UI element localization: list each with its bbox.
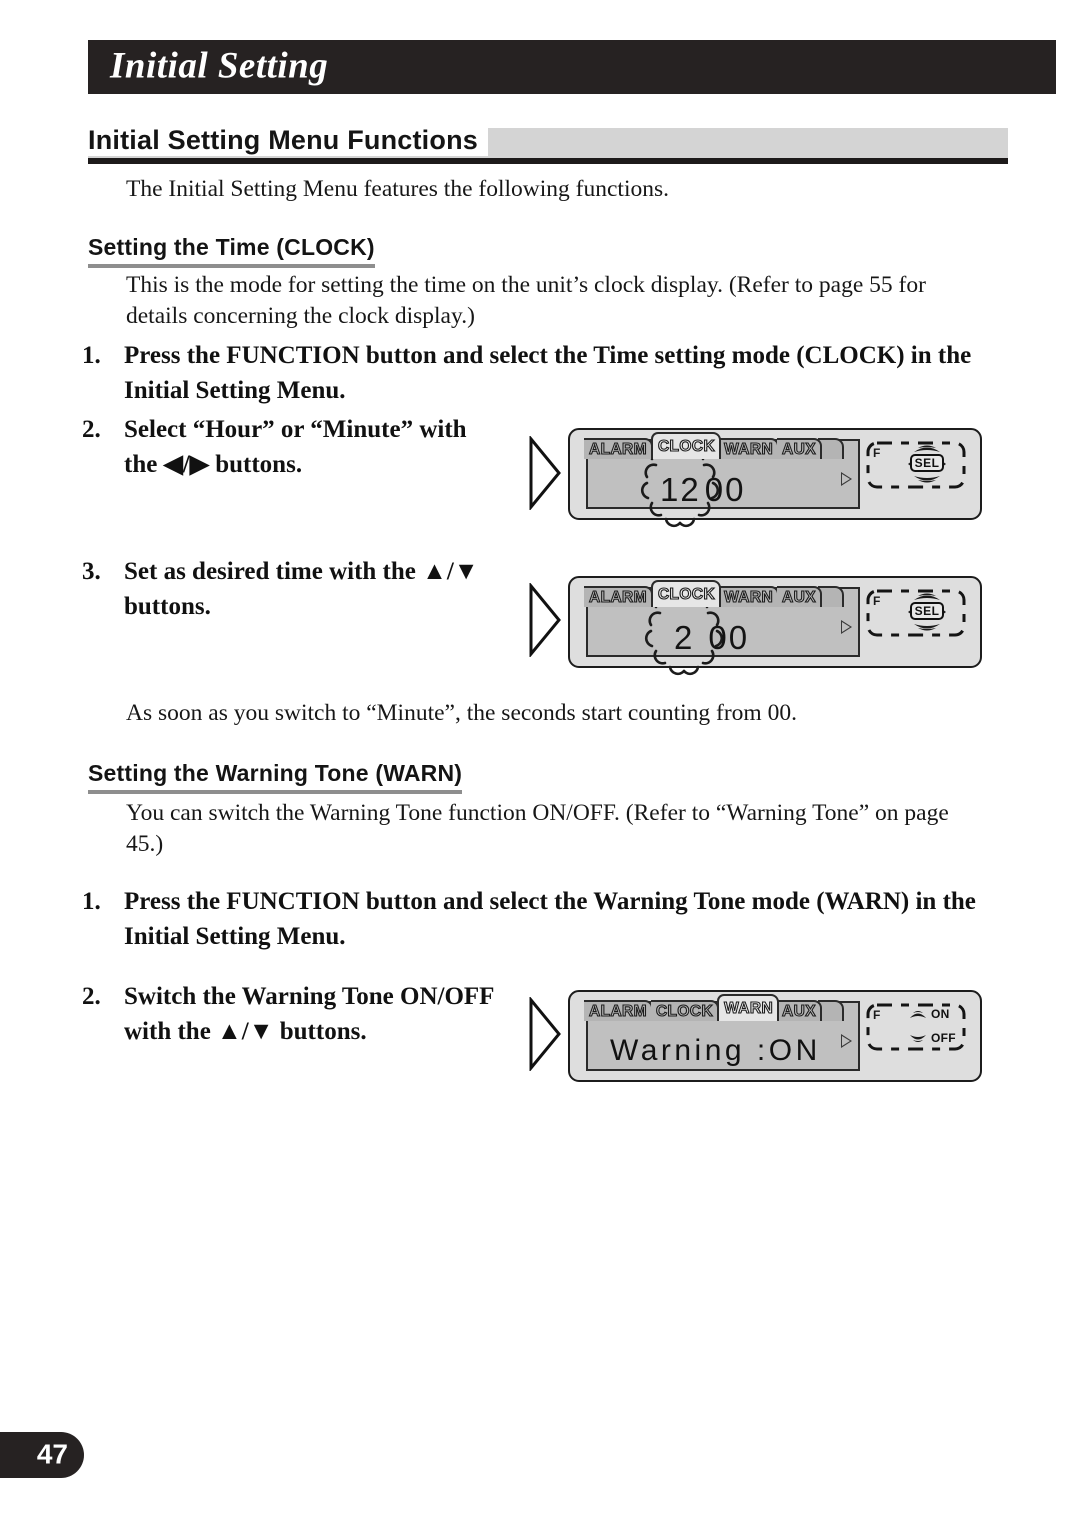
function-key-label: F (873, 594, 881, 608)
key-cluster: F ON OFF (866, 1003, 966, 1051)
lcd-tab-clock[interactable]: CLOCK (650, 432, 722, 459)
warn-description: You can switch the Warning Tone function… (126, 800, 949, 857)
clock-subheading: Setting the Time (CLOCK) (88, 234, 375, 268)
clock-step-2-text: Select “Hour” or “Minute” with the ◀/▶ b… (124, 416, 467, 478)
display-warning-tone: Warning :ON ALARM CLOCK WARN AUX F ON OF… (568, 990, 982, 1082)
warning-off-key[interactable]: OFF (908, 1031, 956, 1045)
clock-description: This is the mode for setting the time on… (126, 272, 926, 329)
clock-subheading-rule (88, 264, 375, 268)
lcd-tab-strip: ALARM CLOCK WARN AUX (584, 580, 844, 607)
lcd-tab-clock[interactable]: CLOCK (650, 580, 722, 607)
lcd-hour-value: 12 (660, 470, 701, 508)
running-head-banner: Initial Setting (88, 40, 1056, 94)
select-pad: SEL (896, 591, 958, 633)
lcd-warning-text: Warning :ON (610, 1034, 821, 1067)
section-heading-band: Initial Setting Menu Functions (88, 124, 1008, 158)
select-button[interactable]: SEL (910, 602, 944, 620)
section-heading-text: Initial Setting Menu Functions (88, 124, 488, 156)
down-button-icon (910, 1034, 926, 1042)
lcd-right-caret-icon (841, 620, 852, 634)
clock-note: As soon as you switch to “Minute”, the s… (126, 700, 797, 726)
lcd-readout: 12 00 (588, 446, 858, 528)
page-number-tab: 47 (0, 1432, 84, 1478)
running-head-title: Initial Setting (110, 45, 329, 87)
lcd-right-caret-icon (841, 472, 852, 486)
section-intro-text: The Initial Setting Menu features the fo… (126, 176, 669, 202)
up-button-icon (914, 445, 940, 452)
lcd-readout: 2 00 (588, 594, 858, 676)
lcd-tab-aux[interactable]: AUX (777, 438, 822, 459)
flow-arrow-1 (528, 436, 562, 510)
lcd-right-caret-icon (841, 1034, 852, 1048)
select-button[interactable]: SEL (910, 454, 944, 472)
lcd-tab-aux[interactable]: AUX (777, 1000, 822, 1021)
clock-step-3-number: 3. (82, 558, 101, 585)
lcd-minute-value: 00 (704, 470, 746, 508)
function-key-label: F (873, 446, 881, 460)
lcd-tab-strip: ALARM CLOCK WARN AUX (584, 432, 844, 459)
lcd-tab-alarm[interactable]: ALARM (584, 586, 653, 607)
page-number: 47 (36, 1438, 68, 1470)
lcd-minute-value: 00 (708, 618, 750, 656)
display-clock-hour: 12 00 ALARM CLOCK WARN AUX F SEL (568, 428, 982, 528)
warning-on-key[interactable]: ON (908, 1007, 950, 1021)
display-clock-minute: 2 00 ALARM CLOCK WARN AUX F SEL (568, 576, 982, 676)
clock-step-1: 1. Press the FUNCTION button and select … (82, 338, 1012, 408)
key-cluster: F SEL (866, 589, 966, 637)
clock-step-1-text: Press the FUNCTION button and select the… (124, 342, 972, 404)
lcd-tab-clock[interactable]: CLOCK (650, 1000, 720, 1021)
clock-step-2-number: 2. (82, 416, 101, 443)
lcd-blinking-hour: 12 (641, 446, 720, 528)
warn-step-2-text: Switch the Warning Tone ON/OFF with the … (124, 983, 494, 1045)
clock-step-1-number: 1. (82, 342, 101, 369)
warn-step-1-number: 1. (82, 888, 101, 915)
warn-step-2: 2. Switch the Warning Tone ON/OFF with t… (82, 979, 532, 1049)
lcd-tab-alarm[interactable]: ALARM (584, 1000, 653, 1021)
warn-step-1-text: Press the FUNCTION button and select the… (124, 888, 976, 950)
up-button-icon (914, 593, 940, 600)
lcd-tab-warn[interactable]: WARN (719, 586, 780, 607)
clock-subheading-text: Setting the Time (CLOCK) (88, 234, 375, 260)
flow-arrow-2 (528, 583, 562, 657)
key-cluster: F SEL (866, 441, 966, 489)
lcd-hour-value: 2 (674, 618, 695, 656)
down-button-icon (914, 624, 940, 631)
clock-step-3-text: Set as desired time with the ▲/▼ buttons… (124, 558, 479, 620)
warning-on-label: ON (931, 1007, 950, 1021)
lcd-tab-warn[interactable]: WARN (719, 438, 780, 459)
warn-subheading-text: Setting the Warning Tone (WARN) (88, 760, 463, 786)
warning-off-label: OFF (931, 1031, 956, 1045)
section-heading-rule (88, 158, 1008, 164)
clock-step-2: 2. Select “Hour” or “Minute” with the ◀/… (82, 412, 502, 482)
lcd-tab-alarm[interactable]: ALARM (584, 438, 653, 459)
section-heading: Initial Setting Menu Functions (88, 124, 1008, 164)
down-button-icon (914, 476, 940, 483)
warn-step-1: 1. Press the FUNCTION button and select … (82, 884, 1022, 954)
up-button-icon (910, 1010, 926, 1018)
lcd-tab-aux[interactable]: AUX (777, 586, 822, 607)
flow-arrow-3 (528, 997, 562, 1071)
lcd-tab-strip: ALARM CLOCK WARN AUX (584, 994, 844, 1021)
lcd-blinking-hour: 2 (645, 594, 724, 676)
select-pad: SEL (896, 443, 958, 485)
warn-subheading-rule (88, 790, 463, 794)
warn-step-2-number: 2. (82, 983, 101, 1010)
function-key-label: F (873, 1008, 881, 1022)
warn-subheading: Setting the Warning Tone (WARN) (88, 760, 463, 794)
lcd-readout: Warning :ON (588, 1029, 858, 1073)
lcd-tab-warn[interactable]: WARN (717, 994, 780, 1021)
clock-step-3: 3. Set as desired time with the ▲/▼ butt… (82, 554, 512, 624)
